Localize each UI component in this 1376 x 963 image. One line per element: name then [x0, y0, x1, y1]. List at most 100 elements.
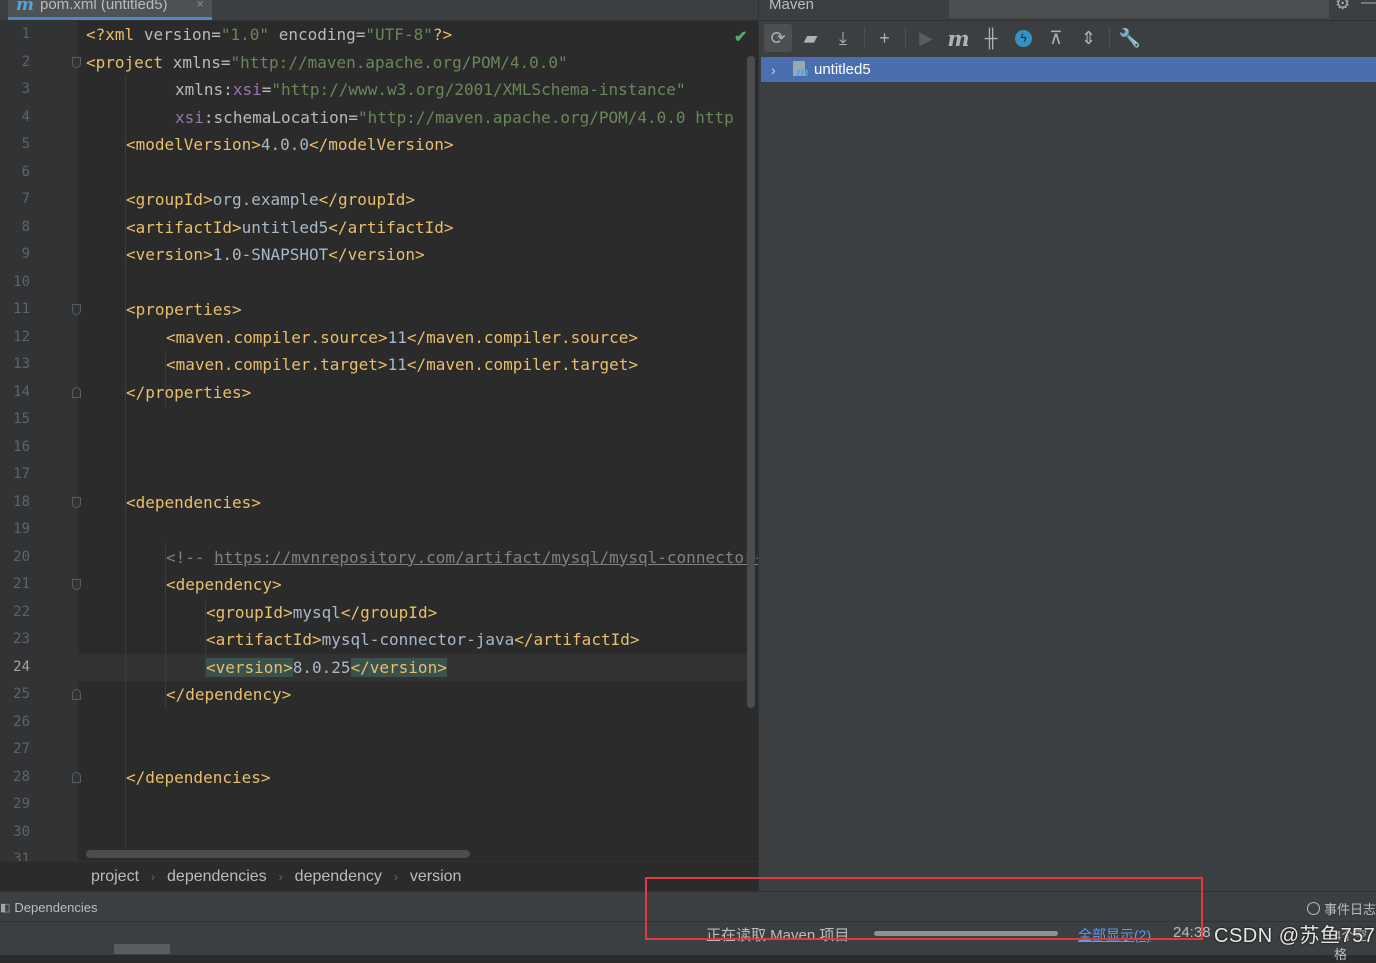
wrench-icon: 🔧: [1118, 27, 1142, 48]
lightning-icon: ϟ: [1015, 29, 1032, 47]
chevron-right-icon: ›: [393, 869, 398, 884]
maven-project-node[interactable]: › m untitled5: [761, 57, 1376, 82]
diagram-icon: ⊼: [1049, 27, 1063, 48]
close-icon[interactable]: ×: [196, 0, 204, 11]
maven-module-icon: m: [793, 61, 809, 79]
maven-m-icon: m: [947, 25, 970, 51]
line-number-gutter: 1 2 3 4 5 6 7 8 9 10 11 12 13 14 15 16 17 18 19 20 21 22 23 24 2…: [0, 21, 81, 861]
minimize-icon[interactable]: —: [1361, 0, 1376, 12]
breadcrumb-dependencies[interactable]: dependencies: [167, 868, 267, 886]
speech-bubble-icon: [1307, 902, 1320, 915]
code-line-21: <dependency>: [166, 575, 282, 594]
maven-header-bar: [949, 0, 1329, 18]
line-number: 1: [21, 26, 30, 42]
line-number: 29: [13, 796, 30, 812]
code-line-22: <groupId>mysql</groupId>: [206, 602, 438, 622]
line-number: 31: [13, 851, 30, 861]
status-scroll-thumb[interactable]: [114, 944, 170, 954]
code-line-1: <?xml version="1.0" encoding="UTF-8"?>: [86, 25, 453, 44]
fold-marker-icon[interactable]: [72, 304, 81, 315]
code-line-25: </dependency>: [166, 685, 292, 704]
maven-project-label: untitled5: [814, 61, 871, 78]
code-line-23: <artifactId>mysql-connector-java</artifa…: [206, 630, 640, 649]
code-line-11: <properties>: [126, 300, 242, 319]
offline-icon: ╫: [984, 27, 998, 48]
dependencies-tab[interactable]: ◧ Dependencies: [0, 900, 98, 915]
generate-sources-button[interactable]: ▰: [797, 24, 825, 52]
line-number: 13: [13, 356, 30, 372]
line-number: 15: [13, 411, 30, 427]
line-number: 8: [21, 218, 30, 235]
maven-tool-window: Maven ⚙ — ⟳ ▰ ⤓ + ▶ m ╫ ϟ ⊼ ⇕ 🔧 › m unti…: [758, 0, 1376, 891]
download-button[interactable]: ⤓: [829, 24, 857, 52]
editor-tab-label: pom.xml (untitled5): [40, 0, 168, 13]
breadcrumb-project[interactable]: project: [91, 868, 139, 886]
line-number: 16: [13, 438, 30, 455]
unfold-marker-icon[interactable]: [72, 689, 81, 700]
line-number: 26: [13, 713, 30, 730]
skip-tests-button[interactable]: ϟ: [1010, 24, 1038, 52]
add-project-button[interactable]: +: [871, 24, 899, 52]
unfold-marker-icon[interactable]: [72, 386, 81, 398]
show-dependencies-button[interactable]: ⊼: [1042, 24, 1070, 52]
execute-goal-button[interactable]: m: [945, 24, 973, 52]
breadcrumb-version[interactable]: version: [410, 868, 462, 886]
toolbar-separator: [905, 27, 906, 49]
maven-header: Maven ⚙ —: [759, 0, 1376, 21]
code-area[interactable]: <?xml version="1.0" encoding="UTF-8"?> <…: [86, 21, 758, 861]
reload-button[interactable]: ⟳: [764, 24, 792, 52]
play-icon: ▶: [919, 27, 933, 48]
collapse-all-button[interactable]: ⇕: [1075, 24, 1103, 52]
line-number: 2: [21, 53, 30, 70]
run-button[interactable]: ▶: [912, 24, 940, 52]
line-number: 21: [13, 576, 30, 592]
matched-tag-highlight: </version>: [350, 657, 447, 677]
event-log-tab[interactable]: 事件日志: [1307, 899, 1376, 918]
code-line-9: <version>1.0-SNAPSHOT</version>: [126, 245, 425, 264]
editor-tab-pom[interactable]: m pom.xml (untitled5) ×: [8, 0, 212, 20]
fold-marker-icon[interactable]: [72, 496, 81, 508]
line-number: 10: [13, 273, 30, 290]
plus-icon: +: [879, 27, 890, 48]
reload-icon: ⟳: [770, 27, 786, 48]
comment-link[interactable]: https://mvnrepository.com/artifact/mysql…: [214, 548, 758, 567]
line-number: 5: [21, 136, 30, 152]
line-number: 11: [13, 301, 30, 317]
breadcrumb-dependency[interactable]: dependency: [295, 868, 382, 886]
code-line-18: <dependencies>: [126, 492, 261, 512]
line-number: 30: [13, 823, 30, 840]
chevron-right-icon: ›: [151, 869, 156, 884]
highlight-annotation: [645, 877, 1203, 940]
line-number: 24: [13, 658, 30, 675]
collapse-icon: ⇕: [1080, 27, 1097, 48]
line-number: 27: [13, 741, 30, 757]
maven-file-icon: m: [16, 0, 34, 15]
line-number: 22: [13, 603, 30, 620]
folder-refresh-icon: ▰: [803, 27, 818, 48]
fold-marker-icon[interactable]: [72, 56, 81, 68]
horizontal-scrollbar[interactable]: [86, 850, 470, 858]
code-line-28: </dependencies>: [126, 767, 271, 787]
line-number: 9: [21, 246, 30, 262]
dependencies-tab-label: Dependencies: [14, 900, 98, 915]
code-line-4: xsi:schemaLocation="http://maven.apache.…: [175, 107, 734, 127]
inspection-ok-icon[interactable]: ✔: [734, 27, 747, 47]
code-line-8: <artifactId>untitled5</artifactId>: [126, 217, 454, 237]
unfold-marker-icon[interactable]: [72, 771, 81, 783]
code-line-7: <groupId>org.example</groupId>: [126, 190, 415, 209]
toolbar-separator: [1109, 27, 1110, 49]
maven-settings-button[interactable]: 🔧: [1116, 24, 1144, 52]
code-editor[interactable]: 1 2 3 4 5 6 7 8 9 10 11 12 13 14 15 16 17 18 19 20 21 22 23 24 2…: [0, 21, 758, 861]
toggle-offline-button[interactable]: ╫: [977, 24, 1005, 52]
chevron-right-icon[interactable]: ›: [771, 62, 787, 78]
watermark: CSDN @苏鱼757: [1214, 925, 1376, 947]
vertical-scrollbar[interactable]: [747, 56, 755, 708]
event-log-label: 事件日志: [1324, 902, 1376, 917]
line-number: 6: [21, 163, 30, 180]
line-number: 23: [13, 631, 30, 647]
fold-marker-icon[interactable]: [72, 579, 81, 590]
maven-title: Maven: [769, 0, 815, 13]
matched-tag-highlight: <version>: [206, 657, 293, 677]
gear-icon[interactable]: ⚙: [1335, 0, 1350, 14]
line-number: 17: [13, 466, 30, 482]
